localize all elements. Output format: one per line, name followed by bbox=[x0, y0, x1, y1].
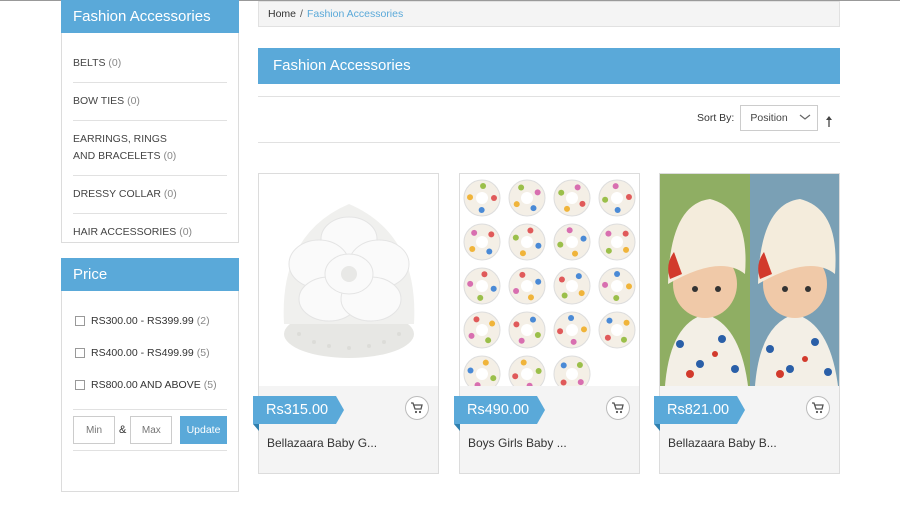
divider bbox=[258, 142, 840, 143]
product-card: Rs821.00 Bellazaara Baby B... bbox=[654, 173, 840, 474]
category-label[interactable]: HAIR ACCESSORIES bbox=[73, 226, 176, 238]
breadcrumb-home[interactable]: Home bbox=[268, 8, 296, 20]
category-item-bow-ties[interactable]: BOW TIES (0) bbox=[73, 83, 227, 121]
cart-icon bbox=[612, 402, 624, 414]
price-title: Price bbox=[61, 258, 239, 291]
cart-icon bbox=[812, 402, 824, 414]
add-to-cart-button[interactable] bbox=[806, 396, 830, 420]
price-range-count: (2) bbox=[196, 315, 210, 327]
category-label[interactable]: BELTS bbox=[73, 57, 105, 69]
page-title: Fashion Accessories bbox=[258, 48, 840, 84]
price-checkbox[interactable] bbox=[75, 316, 85, 326]
amp-separator: & bbox=[119, 424, 127, 436]
price-filter-form: & Update bbox=[73, 409, 227, 451]
price-range-item[interactable]: RS800.00 AND ABOVE (5) bbox=[73, 369, 227, 401]
product-price: Rs490.00 bbox=[454, 396, 546, 431]
price-checkbox[interactable] bbox=[75, 380, 85, 390]
breadcrumb-separator: / bbox=[300, 8, 303, 20]
product-image-baby-hat-photo[interactable] bbox=[660, 174, 839, 386]
category-count: (0) bbox=[163, 188, 177, 200]
product-price: Rs315.00 bbox=[253, 396, 345, 431]
category-count: (0) bbox=[179, 226, 193, 238]
update-button[interactable]: Update bbox=[180, 416, 227, 444]
category-item-hair-accessories[interactable]: HAIR ACCESSORIES (0) bbox=[73, 214, 227, 251]
sort-select[interactable]: Position bbox=[740, 105, 819, 131]
sort-toolbar: Sort By: Position bbox=[697, 105, 833, 131]
category-item-belts[interactable]: BELTS (0) bbox=[73, 45, 227, 83]
price-checkbox[interactable] bbox=[75, 348, 85, 358]
category-item-earrings[interactable]: EARRINGS, RINGS AND BRACELETS (0) bbox=[73, 121, 227, 176]
price-range-item[interactable]: RS300.00 - RS399.99 (2) bbox=[73, 305, 227, 337]
price-range-label[interactable]: RS300.00 - RS399.99 bbox=[91, 315, 194, 327]
product-name[interactable]: Bellazaara Baby B... bbox=[668, 436, 777, 450]
price-range-count: (5) bbox=[196, 347, 210, 359]
price-range-item[interactable]: RS400.00 - RS499.99 (5) bbox=[73, 337, 227, 369]
category-count: (0) bbox=[108, 57, 122, 69]
sort-selected-value: Position bbox=[750, 112, 788, 124]
category-label[interactable]: BOW TIES bbox=[73, 95, 124, 107]
product-image-white-flower-beanie[interactable] bbox=[259, 174, 438, 386]
cart-icon bbox=[411, 402, 423, 414]
up-arrow-icon[interactable] bbox=[825, 115, 833, 127]
price-range-count: (5) bbox=[203, 379, 217, 391]
product-name[interactable]: Boys Girls Baby ... bbox=[468, 436, 567, 450]
add-to-cart-button[interactable] bbox=[405, 396, 429, 420]
price-range-label[interactable]: RS400.00 - RS499.99 bbox=[91, 347, 194, 359]
chevron-down-icon bbox=[799, 114, 811, 120]
product-card: Rs490.00 Boys Girls Baby ... bbox=[454, 173, 640, 474]
category-label[interactable]: DRESSY COLLAR bbox=[73, 188, 161, 200]
category-count: (0) bbox=[163, 150, 177, 162]
min-price-input[interactable] bbox=[73, 416, 115, 444]
price-range-label[interactable]: RS800.00 AND ABOVE bbox=[91, 379, 201, 391]
divider bbox=[258, 96, 840, 97]
product-price: Rs821.00 bbox=[654, 396, 746, 431]
categories-title: Fashion Accessories bbox=[61, 0, 239, 33]
product-card: Rs315.00 Bellazaara Baby G... bbox=[253, 173, 439, 474]
price-range-list: RS300.00 - RS399.99 (2) RS400.00 - RS499.… bbox=[62, 291, 238, 401]
max-price-input[interactable] bbox=[130, 416, 173, 444]
category-label[interactable]: EARRINGS, RINGS AND BRACELETS bbox=[73, 133, 167, 162]
categories-block: Fashion Accessories BELTS (0) BOW TIES (… bbox=[61, 0, 239, 243]
product-name[interactable]: Bellazaara Baby G... bbox=[267, 436, 377, 450]
product-image-baby-scarves-grid[interactable] bbox=[460, 174, 639, 386]
category-list: BELTS (0) BOW TIES (0) EARRINGS, RINGS A… bbox=[62, 45, 238, 251]
breadcrumb: Home / Fashion Accessories bbox=[258, 1, 840, 27]
add-to-cart-button[interactable] bbox=[606, 396, 630, 420]
sort-label: Sort By: bbox=[697, 112, 735, 124]
breadcrumb-current: Fashion Accessories bbox=[306, 8, 404, 20]
category-count: (0) bbox=[127, 95, 140, 107]
price-block: Price RS300.00 - RS399.99 (2) RS400.00 - … bbox=[61, 258, 239, 492]
category-item-dressy-collar[interactable]: DRESSY COLLAR (0) bbox=[73, 176, 227, 214]
